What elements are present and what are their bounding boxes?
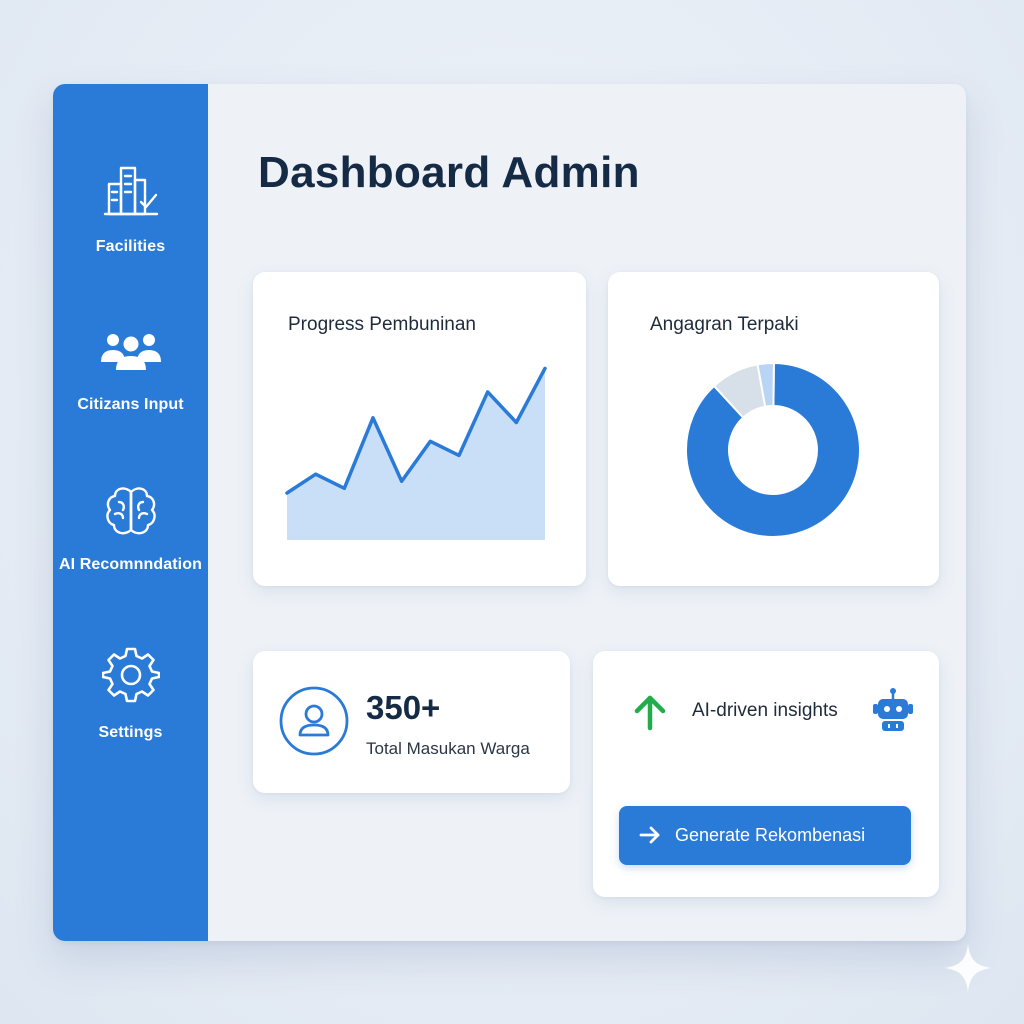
sidebar-item-label: Citizans Input	[77, 396, 184, 413]
generate-recommendation-button[interactable]: Generate Rekombenasi	[619, 806, 911, 865]
gear-icon	[101, 647, 160, 703]
sidebar-item-facilities[interactable]: Facilities	[53, 162, 208, 256]
generate-button-label: Generate Rekombenasi	[675, 825, 866, 845]
brain-icon	[105, 487, 156, 535]
robot-icon	[873, 688, 913, 731]
stat-value: 350+	[366, 689, 441, 726]
arrow-up-icon	[634, 695, 666, 731]
sidebar-item-label: AI Recomnndation	[59, 556, 202, 573]
sparkle-icon	[944, 944, 992, 992]
arrow-right-icon	[639, 826, 660, 844]
budget-donut-chart	[685, 361, 861, 538]
building-check-icon	[103, 166, 158, 216]
dashboard-window: Facilities Citizans Input AI Recomnndati…	[53, 84, 966, 941]
ai-insights-text: AI-driven insights	[692, 700, 838, 721]
sidebar-item-label: Facilities	[95, 238, 166, 255]
chart-area-fill	[287, 368, 545, 540]
sidebar-item-citizens-input[interactable]: Citizans Input	[53, 328, 208, 414]
users-icon	[100, 334, 161, 370]
citizen-input-stat-card: 350+ Total Masukan Warga	[253, 651, 570, 793]
progress-chart-card: Progress Pembuninan	[253, 272, 586, 586]
sidebar-item-label: Settings	[98, 724, 163, 741]
budget-chart-card: Angagran Terpaki	[608, 272, 939, 586]
main-content: Dashboard Admin Progress Pembuninan Anga…	[208, 84, 966, 941]
stat-label: Total Masukan Warga	[366, 739, 530, 758]
sidebar-item-ai-recommendation[interactable]: AI Recomnndation	[53, 482, 208, 574]
progress-area-chart	[285, 366, 547, 540]
user-icon	[279, 686, 349, 756]
ai-insights-card: AI-driven insights Generate Rekombenasi	[593, 651, 939, 897]
sidebar-item-settings[interactable]: Settings	[53, 646, 208, 742]
page-title: Dashboard Admin	[258, 148, 640, 197]
sidebar: Facilities Citizans Input AI Recomnndati…	[53, 84, 208, 941]
